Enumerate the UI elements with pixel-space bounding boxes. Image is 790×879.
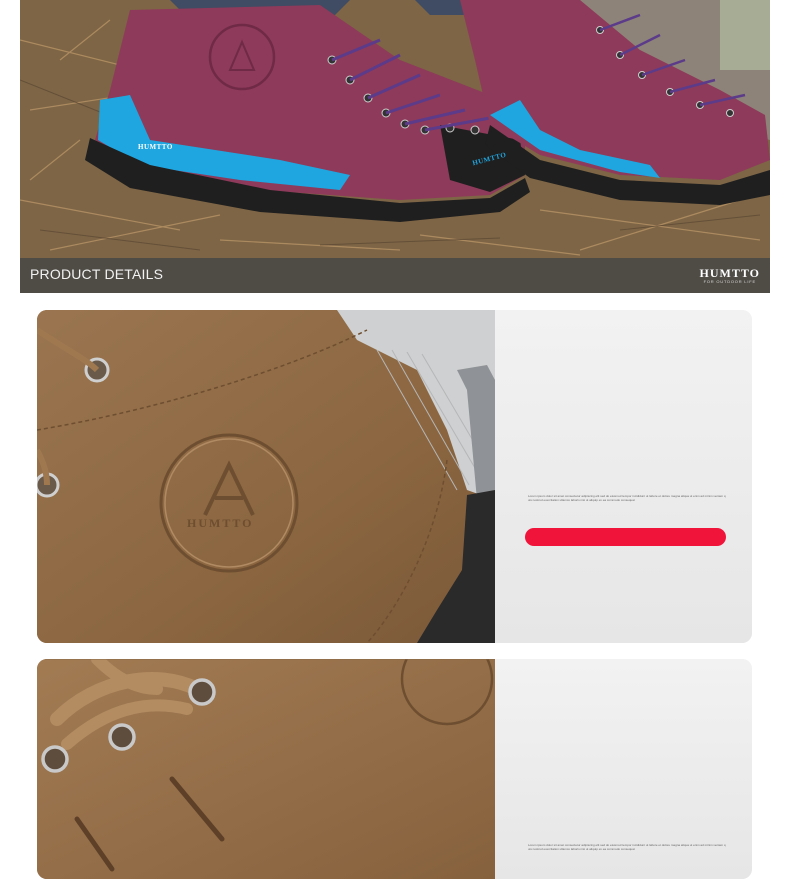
product-details-bar: PRODUCT DETAILS HUMTTO FOR OUTDOOR LIFE (20, 258, 770, 293)
detail-card-logo: HUMTTO Lorem ipsum dolor sit amet consec… (37, 310, 752, 643)
red-highlight-bar (525, 528, 726, 546)
leather-logo-photo: HUMTTO (37, 310, 495, 643)
leather-logo-text: HUMTTO (187, 516, 254, 530)
brand-tagline: FOR OUTDOOR LIFE (703, 279, 756, 284)
brand-name: HUMTTO (699, 266, 760, 280)
detail-text-panel-2: Lorem ipsum dolor sit amet consectetur a… (495, 659, 752, 879)
shoe-logo-text: HUMTTO (138, 143, 173, 151)
detail-card-laces: Lorem ipsum dolor sit amet consectetur a… (37, 659, 752, 879)
hero-banner: HUMTTO HUMTTO PRODUCT DETAILS HUMTTO FOR… (20, 0, 770, 293)
brand-logo: HUMTTO FOR OUTDOOR LIFE (700, 267, 760, 285)
detail-description-2: Lorem ipsum dolor sit amet consectetur a… (528, 843, 726, 851)
detail-description: Lorem ipsum dolor sit amet consectetur a… (528, 494, 726, 502)
leather-laces-photo (37, 659, 495, 879)
leather-logo-illustration (37, 310, 495, 643)
leather-laces-illustration (37, 659, 495, 879)
hero-shoes-illustration (20, 0, 770, 293)
detail-text-panel: Lorem ipsum dolor sit amet consectetur a… (495, 310, 752, 643)
section-title: PRODUCT DETAILS (30, 266, 164, 282)
